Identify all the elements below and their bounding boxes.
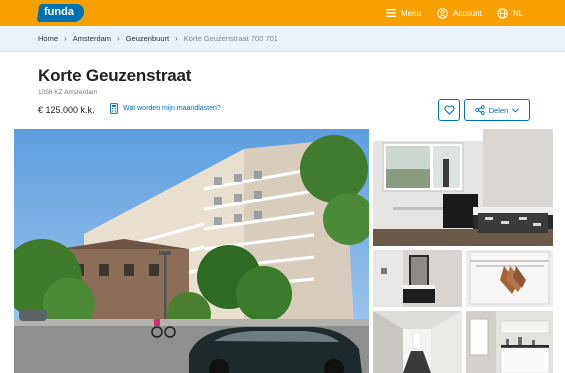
photo-kitchen[interactable] [466, 311, 553, 373]
funda-logo[interactable]: funda [36, 4, 86, 22]
share-button[interactable]: Delen [464, 99, 530, 121]
hamburger-icon [386, 9, 396, 17]
photo-bathroom[interactable] [373, 250, 462, 307]
kitchen-photo-image [466, 311, 553, 373]
menu-button[interactable]: Menu [386, 5, 421, 21]
breadcrumb-home[interactable]: Home [38, 34, 58, 43]
exterior-photo-image [14, 129, 369, 373]
top-navigation-bar: funda Menu Account NL [0, 0, 565, 26]
bedroom-photo-image [373, 129, 553, 246]
monthly-costs-label: Wat worden mijn maandlasten? [123, 105, 221, 112]
listing-price: € 125.000 k.k. [38, 105, 95, 115]
listing-address: 1056 KZ Amsterdam [38, 89, 98, 96]
chevron-down-icon [512, 107, 520, 113]
breadcrumb: Home › Amsterdam › Geuzenbuurt › Korte G… [38, 34, 278, 43]
calculator-icon [110, 103, 118, 114]
photo-wardrobe[interactable] [466, 250, 553, 307]
chevron-right-icon: › [117, 34, 120, 43]
breadcrumb-neighbourhood[interactable]: Geuzenbuurt [126, 34, 169, 43]
share-icon [475, 105, 485, 115]
bathroom-photo-image [373, 250, 462, 307]
breadcrumb-bar: Home › Amsterdam › Geuzenbuurt › Korte G… [0, 26, 565, 52]
logo-text: funda [44, 6, 74, 18]
breadcrumb-city[interactable]: Amsterdam [73, 34, 111, 43]
language-button[interactable]: NL [497, 5, 523, 21]
chevron-right-icon: › [64, 34, 67, 43]
account-label: Account [453, 8, 482, 18]
wardrobe-photo-image [466, 250, 553, 307]
breadcrumb-current: Korte Geuzenstraat 700 701 [183, 34, 278, 43]
globe-icon [497, 7, 508, 19]
photo-hallway[interactable] [373, 311, 462, 373]
main-photo-exterior[interactable] [14, 129, 369, 373]
listing-title: Korte Geuzenstraat [38, 66, 192, 85]
account-button[interactable]: Account [437, 5, 482, 21]
heart-icon [443, 105, 455, 115]
hallway-photo-image [373, 311, 462, 373]
language-label: NL [513, 8, 524, 18]
favorite-button[interactable] [438, 99, 460, 121]
monthly-costs-link[interactable]: Wat worden mijn maandlasten? [110, 103, 221, 114]
user-circle-icon [437, 7, 448, 19]
chevron-right-icon: › [175, 34, 178, 43]
photo-bedroom[interactable] [373, 129, 553, 246]
menu-label: Menu [401, 8, 422, 18]
share-label: Delen [488, 105, 509, 115]
